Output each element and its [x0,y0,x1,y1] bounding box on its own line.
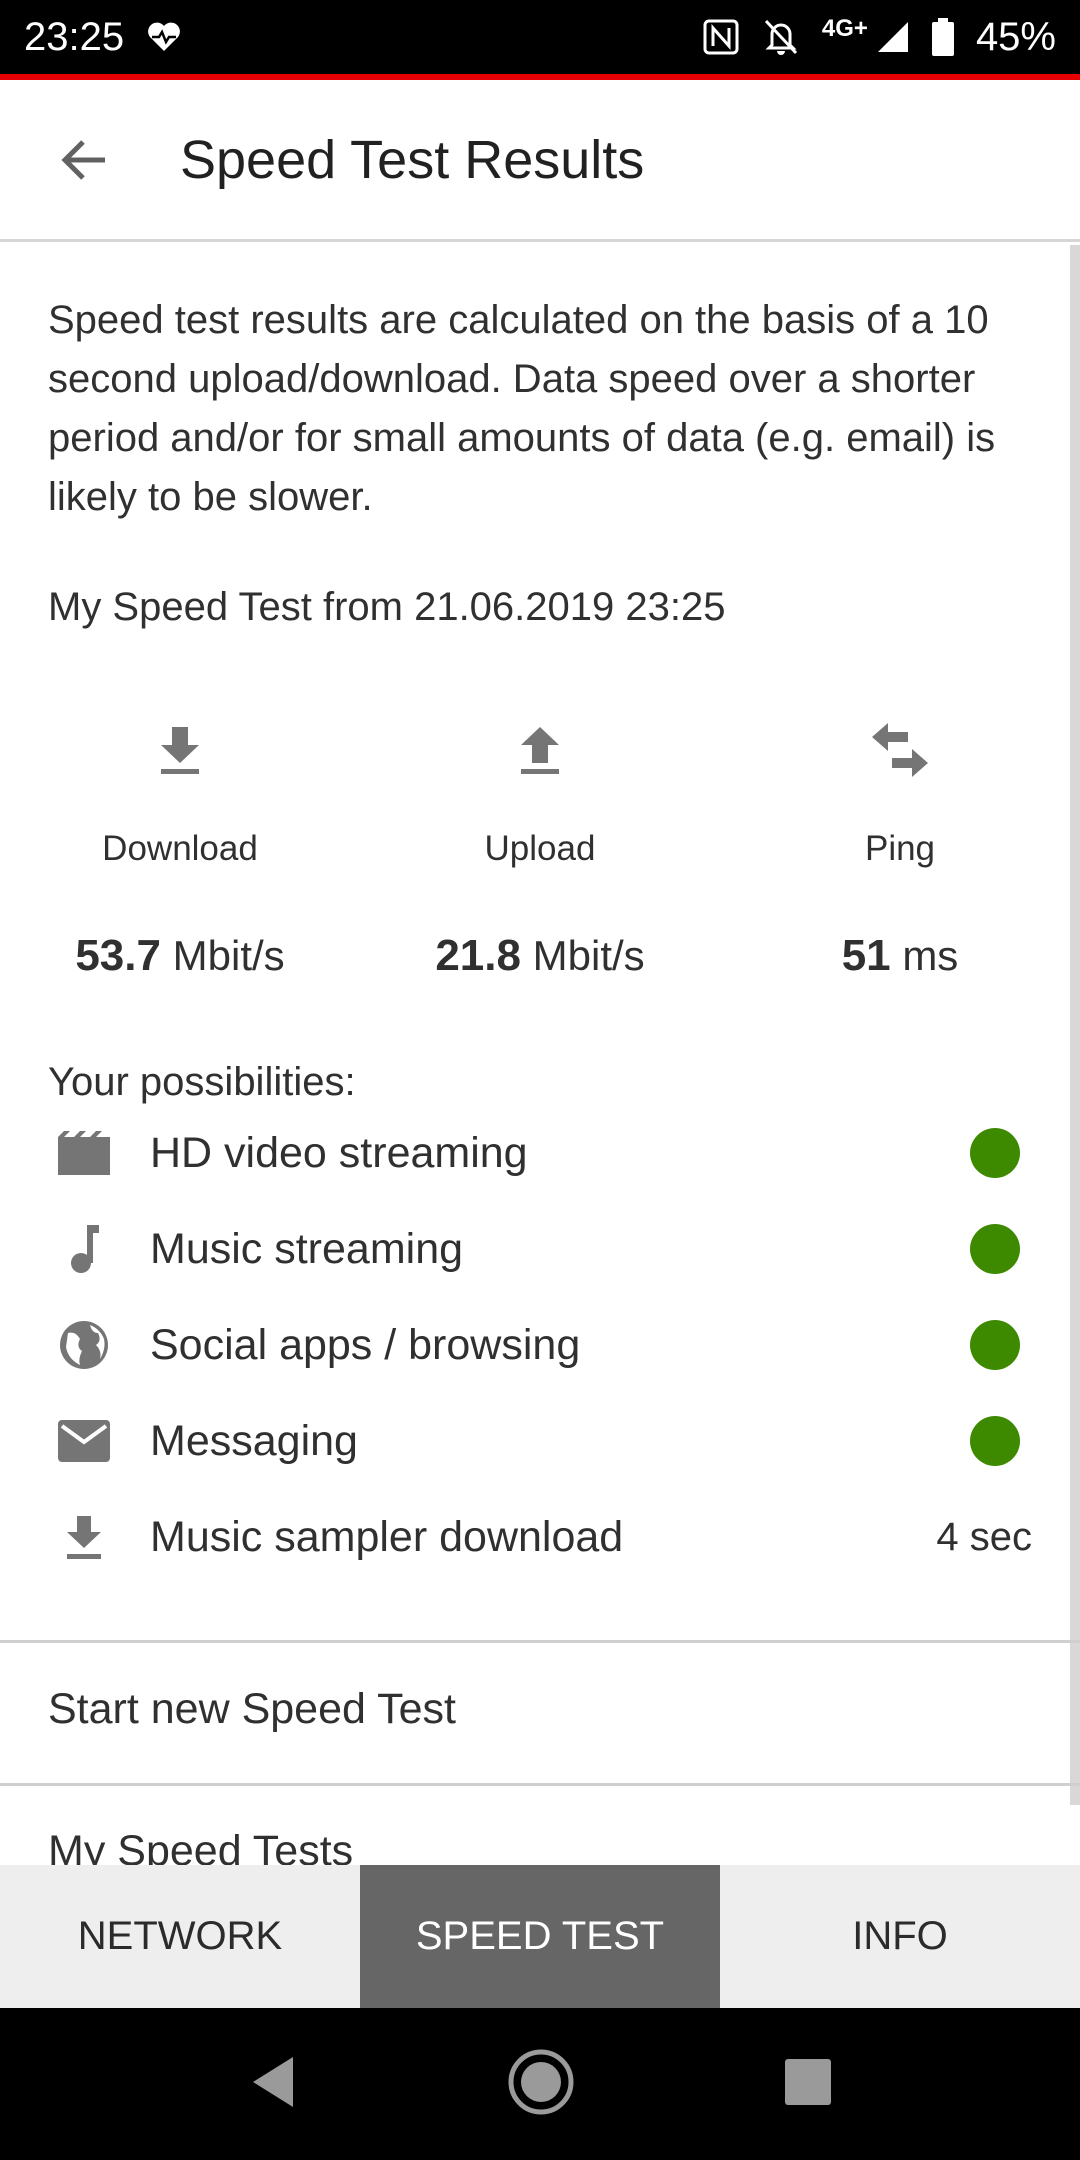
tab-info[interactable]: INFO [720,1865,1080,2008]
possibility-label: Social apps / browsing [150,1320,581,1369]
globe-icon [54,1319,114,1371]
list-item: Social apps / browsing [0,1297,1080,1393]
metrics-row: Download 53.7 Mbit/s Upload 21.8 Mbit/s … [0,715,1080,995]
list-item: Music sampler download 4 sec [0,1489,1080,1585]
status-dot [970,1224,1020,1274]
system-nav-bar [0,2008,1080,2160]
divider [0,1640,1080,1643]
tab-network[interactable]: NETWORK [0,1865,360,2008]
possibility-label: HD video streaming [150,1128,528,1177]
start-new-speed-test-button[interactable]: Start new Speed Test [48,1685,456,1734]
list-item: HD video streaming [0,1105,1080,1201]
possibility-label: Music streaming [150,1224,464,1273]
app-bar: Speed Test Results [0,80,1080,242]
network-type: 4G+ [821,15,868,42]
tab-speed-test[interactable]: SPEED TEST [360,1865,720,2008]
possibility-label: Music sampler download [150,1512,624,1561]
bottom-tab-bar: NETWORK SPEED TEST INFO [0,1865,1080,2008]
back-button[interactable] [24,100,144,220]
status-dot [970,1320,1020,1370]
nfc-icon [702,18,740,56]
upload-icon [360,715,720,785]
signal-icon [876,20,910,54]
divider [0,1783,1080,1786]
metric-ping: Ping 51 ms [720,715,1080,981]
possibilities-list: HD video streaming Music streaming Socia… [0,1105,1080,1585]
mail-icon [54,1420,114,1462]
metric-label: Ping [864,829,936,868]
possibilities-title: Your possibilities: [48,1060,356,1104]
status-time: 23:25 [24,14,125,59]
metric-value: 21.8 Mbit/s [435,931,645,980]
battery-icon [931,18,954,56]
metric-value: 51 ms [841,931,959,980]
possibility-label: Messaging [150,1416,358,1465]
list-item: Messaging [0,1393,1080,1489]
page-title: Speed Test Results [180,129,645,190]
arrow-back-icon [61,139,105,180]
nav-back-icon[interactable] [249,2055,297,2114]
music-note-icon [54,1225,114,1273]
status-dot [970,1416,1020,1466]
metric-download: Download 53.7 Mbit/s [0,715,360,981]
heart-pulse-icon [146,21,182,53]
battery-level: 45% [975,14,1056,59]
my-speed-tests-link[interactable]: My Speed Tests [48,1827,353,1865]
results-content[interactable]: Speed test results are calculated on the… [0,245,1080,1865]
swap-arrows-icon [720,715,1080,785]
download-icon [54,1514,114,1560]
status-bar: 23:25 4G+ 45% [0,0,1080,74]
list-item: Music streaming [0,1201,1080,1297]
metric-label: Upload [484,829,596,868]
metric-value: 53.7 Mbit/s [75,931,285,980]
test-date: My Speed Test from 21.06.2019 23:25 [48,585,726,629]
nav-home-icon[interactable] [507,2048,575,2121]
metric-label: Download [102,829,258,868]
status-dot [970,1128,1020,1178]
download-icon [0,715,360,785]
nav-recents-icon[interactable] [785,2058,831,2110]
notifications-off-icon [762,17,800,57]
info-text: Speed test results are calculated on the… [48,298,996,519]
download-time: 4 sec [936,1514,1032,1559]
movie-clapper-icon [54,1131,114,1175]
metric-upload: Upload 21.8 Mbit/s [360,715,720,981]
